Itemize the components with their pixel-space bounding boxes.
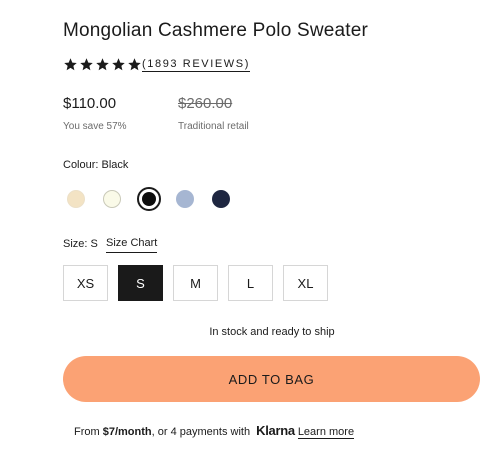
sale-price: $110.00 [63, 95, 117, 112]
size-option-l[interactable]: L [228, 265, 273, 301]
klarna-logo: Klarna [256, 423, 295, 438]
star-icon [63, 57, 78, 72]
star-icon [95, 57, 110, 72]
swatch-cream[interactable] [67, 190, 85, 208]
swatch-black[interactable] [137, 187, 161, 211]
size-option-m[interactable]: M [173, 265, 218, 301]
swatch-ivory[interactable] [103, 190, 121, 208]
size-label: Size: S [63, 238, 98, 250]
colour-label: Colour: Black [63, 159, 129, 171]
add-to-bag-button[interactable]: ADD TO BAG [63, 356, 480, 402]
financing-middle: , or 4 payments with [151, 426, 254, 438]
size-chart-link[interactable]: Size Chart [106, 237, 158, 253]
star-icon [79, 57, 94, 72]
reviews-link[interactable]: (1893 REVIEWS) [142, 58, 250, 72]
star-icon [127, 57, 142, 72]
star-icon [111, 57, 126, 72]
swatch-light-blue[interactable] [176, 190, 194, 208]
savings-text: You save 57% [63, 121, 127, 132]
original-price-label: Traditional retail [178, 121, 249, 132]
star-rating [63, 57, 142, 72]
size-option-s[interactable]: S [118, 265, 163, 301]
learn-more-link[interactable]: Learn more [297, 426, 355, 439]
swatch-navy[interactable] [212, 190, 230, 208]
stock-status: In stock and ready to ship [209, 326, 335, 338]
financing-amount: $7/month [102, 426, 152, 438]
swatch-black-fill [142, 192, 156, 206]
financing-text: From $7/month, or 4 payments with Klarna… [74, 423, 355, 439]
rating: (1893 REVIEWS) [63, 57, 250, 72]
size-option-xl[interactable]: XL [283, 265, 328, 301]
financing-prefix: From [74, 426, 103, 438]
size-option-xs[interactable]: XS [63, 265, 108, 301]
product-title: Mongolian Cashmere Polo Sweater [63, 20, 369, 41]
original-price: $260.00 [178, 95, 233, 112]
